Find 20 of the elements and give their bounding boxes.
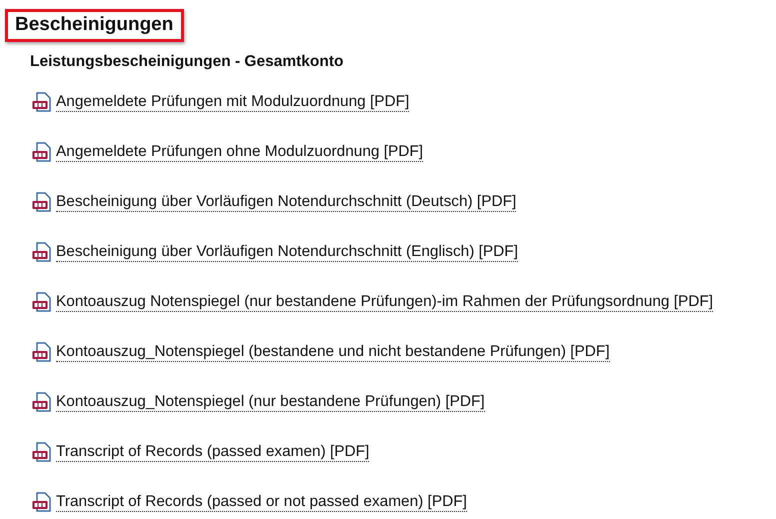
pdf-file-icon [32,442,51,462]
pdf-file-icon [32,492,51,512]
pdf-link[interactable]: Transcript of Records (passed examen) [PDF] [56,442,370,462]
pdf-link[interactable]: Kontoauszug Notenspiegel (nur bestandene Prüfungen)-im Rahmen der Prüfungsordnung [PDF] [56,292,714,312]
section-heading: Leistungsbescheinigungen - Gesamtkonto [30,53,344,71]
pdf-link[interactable]: Kontoauszug_Notenspiegel (nur bestandene Prüfungen) [PDF] [56,392,485,412]
pdf-file-icon [32,392,51,412]
pdf-file-icon [32,342,51,362]
pdf-file-icon [32,242,51,262]
page-title: Bescheinigungen [5,9,184,42]
pdf-link[interactable]: Kontoauszug_Notenspiegel (bestandene und nicht bestandene Prüfungen) [PDF] [56,342,610,362]
pdf-link[interactable]: Bescheinigung über Vorläufigen Notendurchschnitt (Englisch) [PDF] [56,242,518,262]
pdf-link[interactable]: Angemeldete Prüfungen mit Modulzuordnung [PDF] [56,92,410,112]
pdf-file-icon [32,92,51,112]
pdf-file-icon [32,192,51,212]
pdf-link[interactable]: Angemeldete Prüfungen ohne Modulzuordnung [PDF] [56,142,424,162]
pdf-file-icon [32,292,51,312]
pdf-file-icon [32,142,51,162]
pdf-link[interactable]: Transcript of Records (passed or not passed examen) [PDF] [56,492,467,512]
pdf-link[interactable]: Bescheinigung über Vorläufigen Notendurchschnitt (Deutsch) [PDF] [56,192,516,212]
